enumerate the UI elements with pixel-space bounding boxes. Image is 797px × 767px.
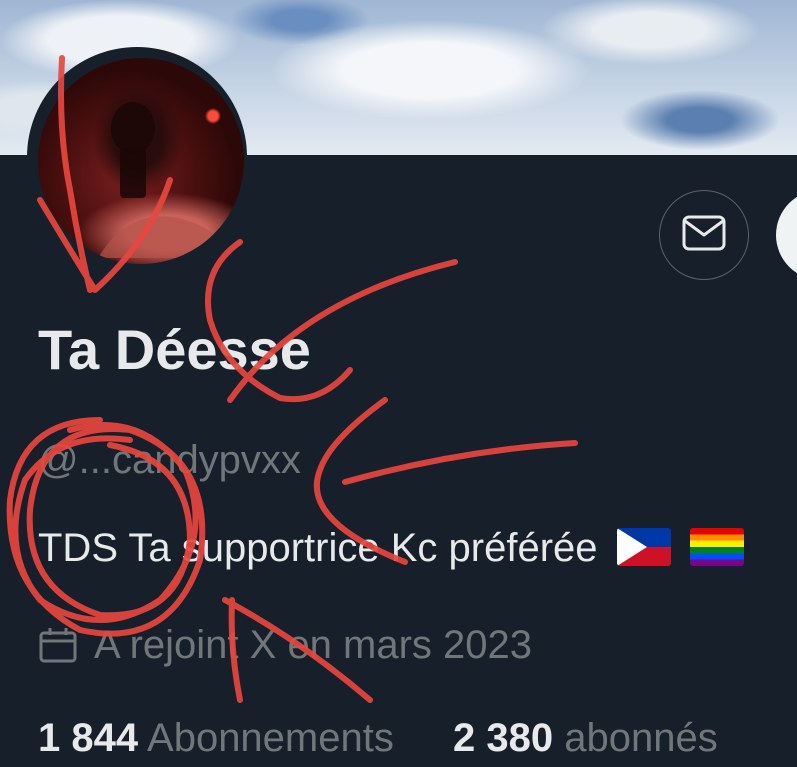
avatar[interactable] (38, 58, 244, 264)
joined-date: A rejoint X en mars 2023 (38, 625, 532, 665)
user-handle: @...candypvxx (38, 438, 301, 482)
philippines-flag-icon (616, 528, 671, 567)
envelope-icon (682, 215, 726, 255)
joined-text: A rejoint X en mars 2023 (94, 623, 533, 667)
followers-link[interactable]: 2 380 abonnés (453, 718, 718, 758)
display-name: Ta Déesse (38, 318, 311, 381)
following-count: 1 844 (38, 716, 139, 760)
followers-count: 2 380 (452, 716, 554, 760)
bio-text: TDS Ta supportrice Kc préférée (38, 526, 598, 570)
profile-stats: 1 844 Abonnements 2 380 abonnés (38, 718, 766, 758)
following-label: Abonnements (147, 716, 394, 760)
bio: TDS Ta supportrice Kc préférée (38, 528, 744, 569)
avatar-photo (98, 102, 238, 258)
follow-button[interactable] (776, 190, 797, 280)
calendar-icon (38, 625, 78, 665)
rainbow-flag-icon (689, 528, 744, 567)
message-button[interactable] (659, 190, 749, 280)
followers-label: abonnés (564, 716, 718, 760)
following-link[interactable]: 1 844 Abonnements (38, 718, 394, 758)
profile-page: Ta Déesse @...candypvxx TDS Ta supportri… (0, 0, 797, 767)
